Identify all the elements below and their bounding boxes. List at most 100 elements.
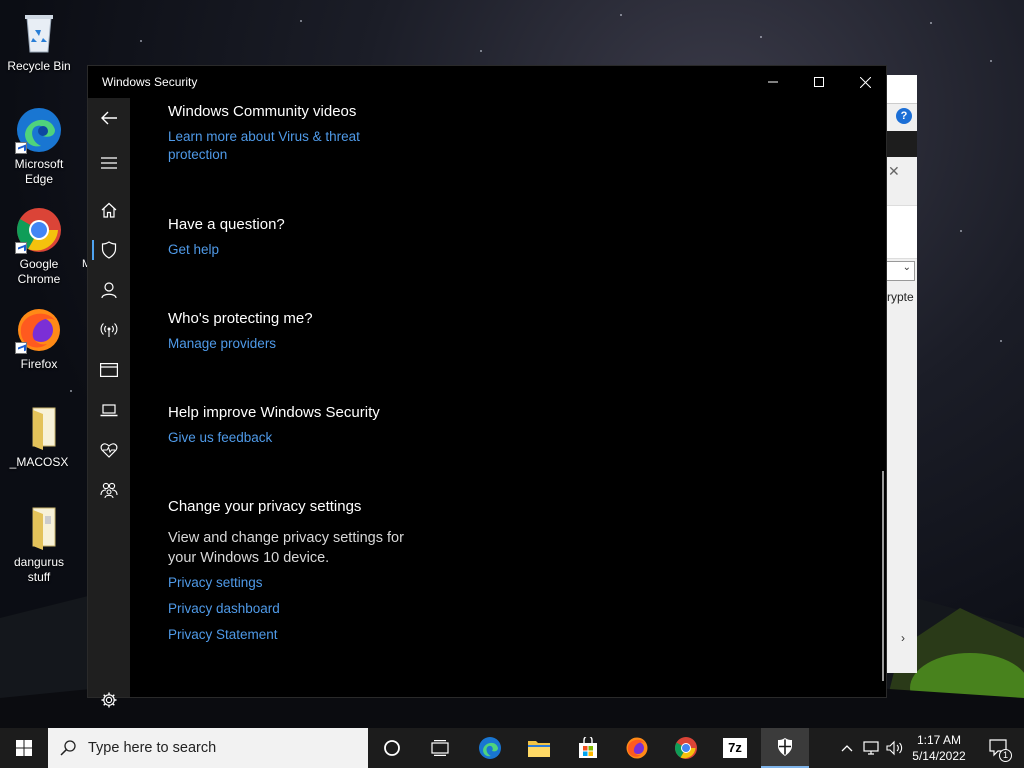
wireless-icon xyxy=(100,323,118,337)
shield-icon xyxy=(778,738,792,756)
account-icon xyxy=(101,281,117,298)
taskbar-chrome[interactable] xyxy=(663,728,709,768)
7zip-icon: 7z xyxy=(723,738,747,758)
navigation-sidebar xyxy=(88,98,130,708)
device-security-icon xyxy=(100,404,118,417)
background-window[interactable]: ? ✕ ⌄ rypte › xyxy=(885,75,917,673)
recycle-bin-icon xyxy=(15,8,63,56)
task-view-button[interactable] xyxy=(417,728,463,768)
maximize-icon xyxy=(814,77,824,87)
desktop-icon-label: dangurus stuff xyxy=(13,555,65,584)
edge-icon xyxy=(479,737,501,759)
nav-app-browser-control[interactable] xyxy=(88,350,130,390)
taskbar-search-box[interactable]: Type here to search xyxy=(48,728,368,768)
taskbar-microsoft-store[interactable] xyxy=(565,728,611,768)
privacy-statement-link[interactable]: Privacy Statement xyxy=(168,626,408,644)
close-icon[interactable]: ✕ xyxy=(888,163,900,180)
nav-virus-threat-protection[interactable] xyxy=(88,230,130,270)
desktop-icon-label: Microsoft Edge xyxy=(14,157,64,186)
get-help-link[interactable]: Get help xyxy=(168,241,285,259)
desktop-icon-recycle-bin[interactable]: Recycle Bin xyxy=(4,8,74,74)
cortana-button[interactable] xyxy=(369,728,415,768)
windows-logo-icon xyxy=(16,740,32,756)
manage-providers-link[interactable]: Manage providers xyxy=(168,335,313,353)
volume-button[interactable] xyxy=(884,728,906,768)
section-heading: Change your privacy settings xyxy=(168,498,362,515)
section-privacy-settings: Change your privacy settings View and ch… xyxy=(168,497,408,644)
nav-family-options[interactable] xyxy=(88,470,130,510)
chevron-right-icon[interactable]: › xyxy=(901,631,905,645)
privacy-dashboard-link[interactable]: Privacy dashboard xyxy=(168,600,408,618)
taskbar: Type here to search 7z 1:17 AM 5/14/2022 xyxy=(0,728,1024,768)
shortcut-arrow-icon xyxy=(15,242,27,254)
app-browser-icon xyxy=(100,363,118,377)
taskbar-windows-security[interactable] xyxy=(761,728,809,768)
taskbar-file-explorer[interactable] xyxy=(516,728,562,768)
family-icon xyxy=(100,482,118,498)
desktop-icon-label: _MACOSX xyxy=(9,455,69,469)
privacy-description: View and change privacy settings for you… xyxy=(168,530,404,566)
taskbar-firefox[interactable] xyxy=(614,728,660,768)
close-button[interactable] xyxy=(842,66,888,98)
desktop-icon-edge[interactable]: Microsoft Edge xyxy=(4,106,74,187)
section-community-videos: Windows Community videos Learn more abou… xyxy=(168,102,383,164)
search-icon xyxy=(60,740,76,756)
desktop-icon-label: Recycle Bin xyxy=(7,59,71,73)
menu-button[interactable] xyxy=(88,143,130,183)
show-hidden-icons-button[interactable] xyxy=(838,728,856,768)
folder-icon xyxy=(15,404,63,452)
close-icon xyxy=(859,76,871,88)
taskbar-7zip[interactable]: 7z xyxy=(712,728,758,768)
shield-icon xyxy=(101,241,117,259)
search-placeholder: Type here to search xyxy=(88,740,217,756)
edge-icon xyxy=(15,106,63,154)
section-heading: Help improve Windows Security xyxy=(168,404,380,421)
menu-icon xyxy=(101,157,117,169)
nav-device-security[interactable] xyxy=(88,390,130,430)
help-icon[interactable]: ? xyxy=(896,108,912,124)
network-button[interactable] xyxy=(860,728,882,768)
window-title: Windows Security xyxy=(102,75,198,89)
nav-device-performance-health[interactable] xyxy=(88,430,130,470)
file-explorer-icon xyxy=(528,741,550,757)
section-have-a-question: Have a question? Get help xyxy=(168,215,285,259)
title-bar[interactable]: Windows Security xyxy=(88,66,886,98)
desktop-icon-dangurus-folder[interactable]: dangurus stuff xyxy=(4,504,74,585)
nav-settings[interactable] xyxy=(88,680,130,720)
clock-time: 1:17 AM xyxy=(916,733,962,747)
section-heading: Have a question? xyxy=(168,216,285,233)
nav-firewall-network[interactable] xyxy=(88,310,130,350)
vertical-scrollbar[interactable] xyxy=(882,471,884,681)
health-heart-icon xyxy=(100,443,118,458)
minimize-icon xyxy=(768,81,778,83)
taskbar-edge[interactable] xyxy=(467,728,513,768)
nav-account-protection[interactable] xyxy=(88,270,130,310)
section-heading: Who's protecting me? xyxy=(168,310,313,327)
desktop-icon-chrome[interactable]: Google Chrome xyxy=(4,206,74,287)
learn-more-link[interactable]: Learn more about Virus & threat protecti… xyxy=(168,128,383,164)
cortana-circle-icon xyxy=(384,740,400,756)
folder-icon xyxy=(15,504,63,552)
desktop-icon-label: Firefox xyxy=(20,357,58,371)
volume-icon xyxy=(886,740,903,756)
shortcut-arrow-icon xyxy=(15,342,27,354)
home-icon xyxy=(101,202,117,218)
give-feedback-link[interactable]: Give us feedback xyxy=(168,429,380,447)
clock[interactable]: 1:17 AM 5/14/2022 xyxy=(906,732,972,764)
action-center-button[interactable]: 1 xyxy=(978,728,1018,768)
start-button[interactable] xyxy=(0,728,48,768)
privacy-settings-link[interactable]: Privacy settings xyxy=(168,574,408,592)
store-icon xyxy=(579,737,597,758)
back-button[interactable] xyxy=(88,98,130,138)
minimize-button[interactable] xyxy=(750,66,796,98)
nav-home[interactable] xyxy=(88,190,130,230)
maximize-button[interactable] xyxy=(796,66,842,98)
notification-count-badge: 1 xyxy=(999,749,1012,762)
chrome-icon xyxy=(675,737,697,759)
chevron-down-icon[interactable]: ⌄ xyxy=(885,261,915,281)
desktop-icon-macosx-folder[interactable]: _MACOSX xyxy=(4,404,74,470)
back-icon xyxy=(101,111,117,125)
desktop-icon-firefox[interactable]: Firefox xyxy=(4,306,74,372)
firefox-icon xyxy=(626,737,648,759)
section-whos-protecting-me: Who's protecting me? Manage providers xyxy=(168,309,313,353)
